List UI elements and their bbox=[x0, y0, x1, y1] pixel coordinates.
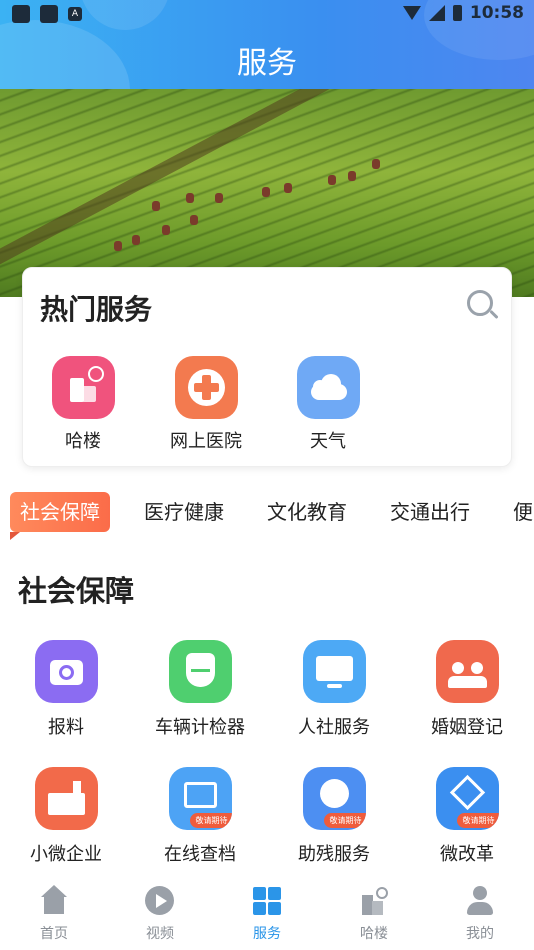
camera-icon bbox=[34, 640, 98, 703]
wifi-icon bbox=[402, 6, 421, 20]
cloud-icon bbox=[296, 356, 360, 419]
service-label: 微改革 bbox=[440, 844, 494, 865]
diamond-icon: 敬请期待 bbox=[435, 767, 499, 830]
banner-person bbox=[348, 171, 356, 181]
hot-service-label: 天气 bbox=[310, 431, 346, 452]
banner-person bbox=[262, 187, 270, 197]
banner-person bbox=[328, 175, 336, 185]
service-label: 婚姻登记 bbox=[431, 717, 503, 738]
tab-social-security[interactable]: 社会保障 bbox=[10, 492, 110, 540]
monitor-icon bbox=[302, 640, 366, 703]
grid-icon bbox=[251, 885, 283, 917]
category-tabs: 社会保障 医疗健康 文化教育 交通出行 便 bbox=[0, 492, 534, 540]
service-disability[interactable]: 敬请期待 助残服务 bbox=[274, 767, 394, 866]
battery-icon bbox=[452, 5, 462, 21]
nav-home[interactable]: 首页 bbox=[14, 885, 94, 943]
service-report[interactable]: 报料 bbox=[6, 640, 126, 739]
tab-medical-health[interactable]: 医疗健康 bbox=[144, 492, 224, 532]
shield-pulse-icon bbox=[168, 640, 232, 703]
page-title: 服务 bbox=[237, 46, 297, 81]
signal-icon bbox=[428, 5, 445, 21]
service-reform[interactable]: 敬请期待 微改革 bbox=[407, 767, 527, 866]
home-icon bbox=[38, 885, 70, 917]
service-label: 报料 bbox=[48, 717, 84, 738]
nav-video[interactable]: 视频 bbox=[120, 885, 200, 943]
service-hr[interactable]: 人社服务 bbox=[274, 640, 394, 739]
banner-person bbox=[190, 215, 198, 225]
service-label: 小微企业 bbox=[30, 844, 102, 865]
couple-icon bbox=[435, 640, 499, 703]
tab-convenience[interactable]: 便 bbox=[513, 492, 533, 532]
status-bar: A 10:58 bbox=[0, 0, 534, 28]
accessibility-icon: 敬请期待 bbox=[302, 767, 366, 830]
hot-service-label: 哈楼 bbox=[65, 431, 101, 452]
hot-service-label: 网上医院 bbox=[170, 431, 242, 452]
play-icon bbox=[144, 885, 176, 917]
status-time: 10:58 bbox=[469, 3, 524, 23]
banner-person bbox=[132, 235, 140, 245]
coming-soon-badge: 敬请期待 bbox=[456, 813, 499, 828]
service-small-business[interactable]: 小微企业 bbox=[6, 767, 126, 866]
building-icon bbox=[51, 356, 115, 419]
user-icon bbox=[464, 885, 496, 917]
service-label: 在线查档 bbox=[164, 844, 236, 865]
medical-cross-icon bbox=[174, 356, 238, 419]
coming-soon-badge: 敬请期待 bbox=[323, 813, 366, 828]
factory-icon bbox=[34, 767, 98, 830]
service-label: 车辆计检器 bbox=[155, 717, 245, 738]
banner-person bbox=[284, 183, 292, 193]
banner-person bbox=[114, 241, 122, 251]
hot-service-halou[interactable]: 哈楼 bbox=[33, 356, 133, 453]
shopping-bag-icon bbox=[12, 5, 30, 23]
service-label: 助残服务 bbox=[298, 844, 370, 865]
banner-person bbox=[152, 201, 160, 211]
archive-icon: 敬请期待 bbox=[168, 767, 232, 830]
bottom-nav: 首页 视频 服务 哈楼 我的 bbox=[0, 875, 534, 950]
tab-culture-education[interactable]: 文化教育 bbox=[267, 492, 347, 532]
hot-service-hospital[interactable]: 网上医院 bbox=[156, 356, 256, 453]
section-title: 社会保障 bbox=[18, 574, 135, 608]
tab-transport[interactable]: 交通出行 bbox=[390, 492, 470, 532]
search-button[interactable] bbox=[465, 288, 499, 322]
banner-image[interactable] bbox=[0, 89, 534, 297]
nav-halou[interactable]: 哈楼 bbox=[334, 885, 414, 943]
hot-services-card: 热门服务 哈楼 网上医院 天气 bbox=[22, 267, 512, 467]
building-icon bbox=[358, 885, 390, 917]
banner-person bbox=[162, 225, 170, 235]
nav-services[interactable]: 服务 bbox=[227, 885, 307, 943]
nav-mine[interactable]: 我的 bbox=[440, 885, 520, 943]
service-vehicle-check[interactable]: 车辆计检器 bbox=[140, 640, 260, 739]
banner-person bbox=[186, 193, 194, 203]
banner-path bbox=[0, 89, 359, 271]
banner-person bbox=[215, 193, 223, 203]
service-marriage[interactable]: 婚姻登记 bbox=[407, 640, 527, 739]
app-notification-icon bbox=[40, 5, 58, 23]
service-archive[interactable]: 敬请期待 在线查档 bbox=[140, 767, 260, 866]
hot-services-title: 热门服务 bbox=[40, 293, 153, 326]
banner-person bbox=[372, 159, 380, 169]
service-label: 人社服务 bbox=[298, 717, 370, 738]
hot-service-weather[interactable]: 天气 bbox=[278, 356, 378, 453]
notification-a-icon: A bbox=[68, 7, 82, 21]
header: A 10:58 服务 bbox=[0, 0, 534, 89]
coming-soon-badge: 敬请期待 bbox=[189, 813, 232, 828]
